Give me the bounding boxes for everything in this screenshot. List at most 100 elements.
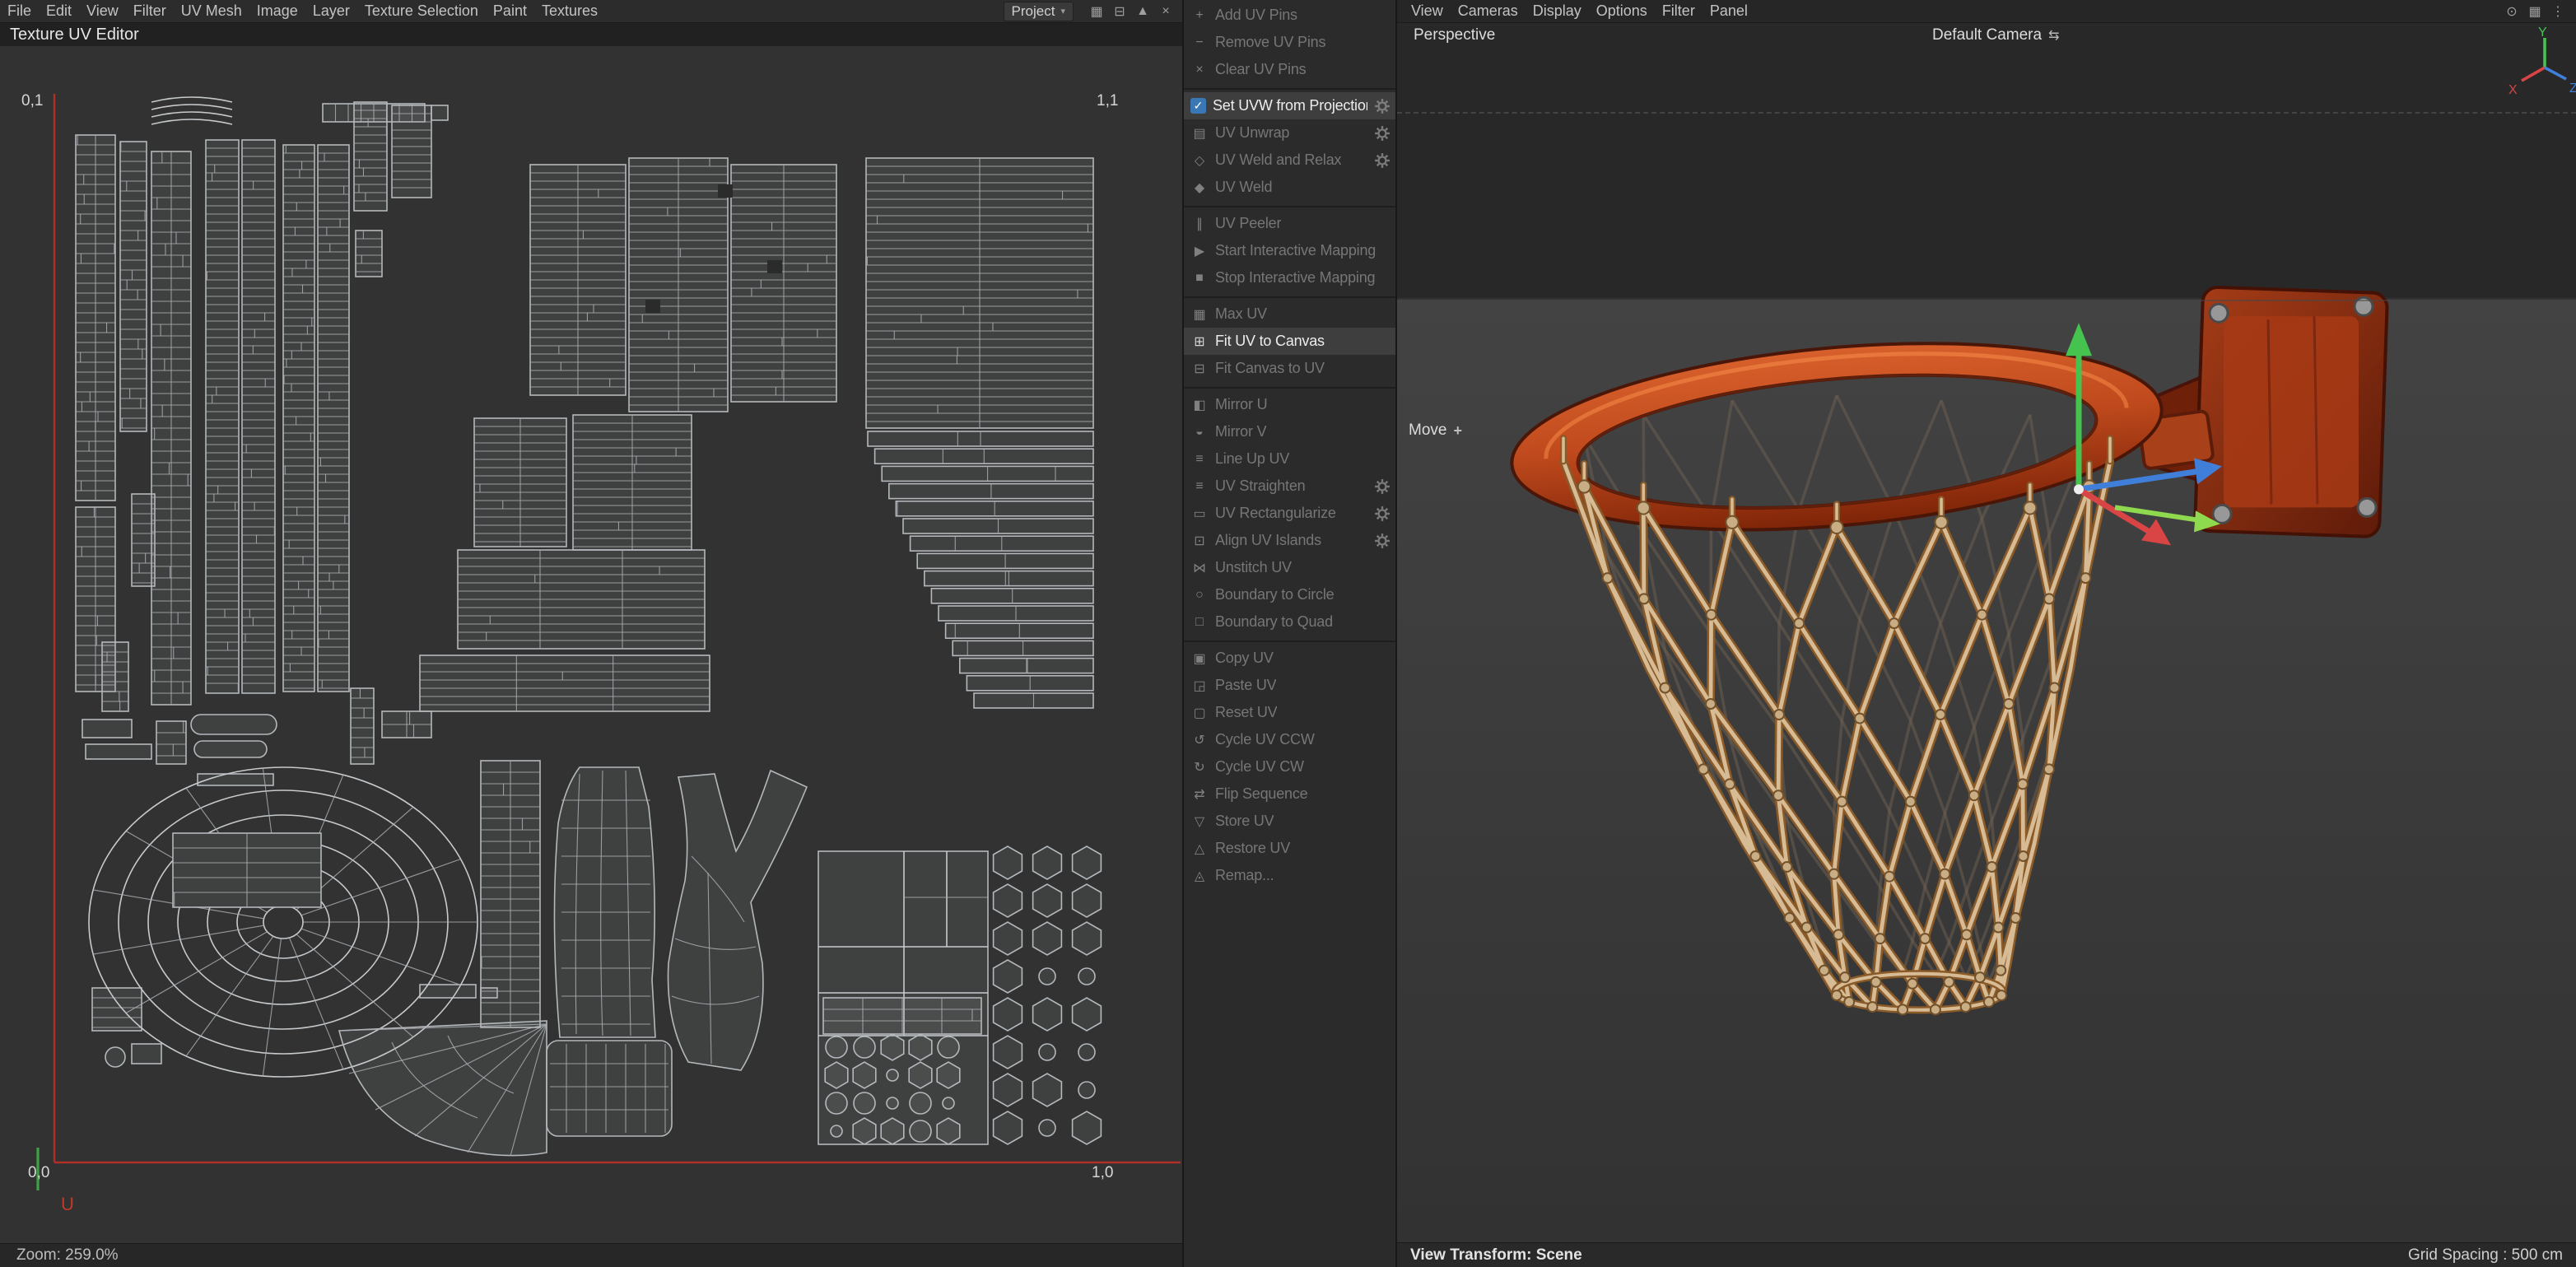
close-icon[interactable]: ×	[1154, 4, 1177, 19]
separator	[1184, 636, 1395, 642]
menu-filter[interactable]: Filter	[126, 2, 174, 20]
camera-lock-icon[interactable]: ⊙	[2500, 3, 2523, 20]
cmd-uv-straighten[interactable]: ≡ UV Straighten	[1184, 473, 1395, 500]
cmd-align-uv-islands[interactable]: ⊡ Align UV Islands	[1184, 527, 1395, 554]
cmd-stop-interactive-mapping[interactable]: ■ Stop Interactive Mapping	[1184, 264, 1395, 291]
viewport-canvas[interactable]: Y X Z Perspective Default Camera ⇆ Move +	[1397, 23, 2576, 1242]
maximize-icon[interactable]: ▲	[1131, 4, 1154, 19]
menu-uv-mesh[interactable]: UV Mesh	[174, 2, 249, 20]
stop-mapping-icon: ■	[1195, 270, 1204, 285]
project-dropdown[interactable]: Project ▾	[1003, 1, 1074, 21]
menu-image[interactable]: Image	[249, 2, 305, 20]
cmd-cycle-uv-cw[interactable]: ↻ Cycle UV CW	[1184, 753, 1395, 780]
unstitch-icon: ⋈	[1193, 561, 1206, 575]
layout-grid-icon[interactable]: ▦	[1085, 3, 1108, 20]
camera-swap-icon[interactable]: ⇆	[2048, 27, 2059, 44]
menu-paint[interactable]: Paint	[486, 2, 534, 20]
cmd-line-up-uv[interactable]: ≡ Line Up UV	[1184, 445, 1395, 473]
cmd-uv-weld-and-relax[interactable]: ◇ UV Weld and Relax	[1184, 147, 1395, 174]
safe-frame-line	[1397, 112, 2576, 114]
menu-texture-selection[interactable]: Texture Selection	[357, 2, 486, 20]
gear-icon[interactable]	[1374, 125, 1390, 142]
viewport-menubar: View Cameras Display Options Filter Panel ⊙ ▦ ⋮	[1397, 0, 2576, 23]
uv-editor-menubar: File Edit View Filter UV Mesh Image Layer Textu…	[0, 0, 1182, 23]
menu-textures[interactable]: Textures	[534, 2, 605, 20]
vp-menu-cameras[interactable]: Cameras	[1451, 2, 1526, 20]
menu-file[interactable]: File	[0, 2, 39, 20]
uv-corner-bottomleft: 0,0	[28, 1164, 50, 1181]
cmd-remap[interactable]: ◬ Remap...	[1184, 862, 1395, 889]
menu-edit[interactable]: Edit	[39, 2, 79, 20]
cmd-label: Stop Interactive Mapping	[1215, 269, 1376, 286]
dock-icon[interactable]: ⊟	[1108, 3, 1131, 20]
cmd-label: Paste UV	[1215, 677, 1277, 693]
straighten-icon: ≡	[1195, 478, 1204, 493]
uv-editor-panel: File Edit View Filter UV Mesh Image Layer Textu…	[0, 0, 1182, 1267]
gear-icon[interactable]	[1374, 533, 1390, 549]
cmd-label: UV Weld and Relax	[1215, 151, 1342, 168]
cmd-restore-uv[interactable]: △ Restore UV	[1184, 835, 1395, 862]
cmd-cycle-uv-ccw[interactable]: ↺ Cycle UV CCW	[1184, 726, 1395, 753]
cmd-label: Boundary to Quad	[1215, 613, 1333, 630]
fit-uv-icon: ⊞	[1194, 334, 1205, 349]
basketball-hoop-model[interactable]	[1504, 286, 2389, 1016]
vp-menu-options[interactable]: Options	[1589, 2, 1655, 20]
peeler-icon: ∥	[1196, 217, 1203, 231]
cmd-set-uvw-from-projection[interactable]: ✓ Set UVW from Projection	[1184, 92, 1395, 119]
layout-grid-icon[interactable]: ▦	[2523, 3, 2546, 20]
camera-name-label: Default Camera	[1932, 26, 2043, 44]
restore-icon: △	[1194, 841, 1205, 856]
chevron-down-icon: ▾	[1060, 7, 1065, 16]
uv-corner-bottomright: 1,0	[1092, 1164, 1114, 1181]
cmd-uv-rectangularize[interactable]: ▭ UV Rectangularize	[1184, 500, 1395, 527]
cmd-boundary-to-circle[interactable]: ○ Boundary to Circle	[1184, 581, 1395, 608]
cmd-clear-uv-pins[interactable]: × Clear UV Pins	[1184, 56, 1395, 83]
cmd-label: Add UV Pins	[1215, 7, 1297, 23]
boundary-quad-icon: □	[1195, 614, 1204, 629]
vp-menu-filter[interactable]: Filter	[1655, 2, 1703, 20]
gear-icon[interactable]	[1374, 152, 1390, 169]
cmd-paste-uv[interactable]: ◲ Paste UV	[1184, 672, 1395, 699]
gear-icon[interactable]	[1374, 505, 1390, 522]
gear-icon[interactable]	[1374, 98, 1390, 114]
gear-icon[interactable]	[1374, 478, 1390, 495]
project-label: Project	[1011, 2, 1055, 19]
cmd-fit-canvas-to-uv[interactable]: ⊟ Fit Canvas to UV	[1184, 355, 1395, 382]
vp-menu-panel[interactable]: Panel	[1703, 2, 1755, 20]
svg-text:U: U	[61, 1194, 74, 1214]
uv-canvas-graphics: U	[36, 94, 1181, 1214]
move-tool-label: Move	[1409, 422, 1447, 439]
grid-spacing-status: Grid Spacing : 500 cm	[2408, 1246, 2563, 1264]
cmd-uv-peeler[interactable]: ∥ UV Peeler	[1184, 210, 1395, 237]
cmd-label: UV Straighten	[1215, 477, 1306, 494]
panel-menu-icon[interactable]: ⋮	[2546, 3, 2569, 20]
cmd-add-uv-pins[interactable]: + Add UV Pins	[1184, 2, 1395, 29]
menu-view[interactable]: View	[79, 2, 126, 20]
separator	[1184, 202, 1395, 207]
cmd-fit-uv-to-canvas[interactable]: ⊞ Fit UV to Canvas	[1184, 328, 1395, 355]
cmd-remove-uv-pins[interactable]: − Remove UV Pins	[1184, 29, 1395, 56]
vp-menu-display[interactable]: Display	[1526, 2, 1589, 20]
cmd-store-uv[interactable]: ▽ Store UV	[1184, 808, 1395, 835]
cmd-max-uv[interactable]: ▦ Max UV	[1184, 300, 1395, 328]
cmd-start-interactive-mapping[interactable]: ▶ Start Interactive Mapping	[1184, 237, 1395, 264]
bodypaint-uv-window: File Edit View Filter UV Mesh Image Layer Textu…	[0, 0, 2576, 1267]
cmd-uv-unwrap[interactable]: ▤ UV Unwrap	[1184, 119, 1395, 147]
cmd-boundary-to-quad[interactable]: □ Boundary to Quad	[1184, 608, 1395, 636]
vp-menu-view[interactable]: View	[1404, 2, 1451, 20]
cmd-mirror-v[interactable]: ◒ Mirror V	[1184, 418, 1395, 445]
cmd-mirror-u[interactable]: ◧ Mirror U	[1184, 391, 1395, 418]
cmd-label: UV Weld	[1215, 179, 1273, 195]
menu-layer[interactable]: Layer	[305, 2, 357, 20]
align-islands-icon: ⊡	[1194, 533, 1205, 548]
cmd-flip-sequence[interactable]: ⇄ Flip Sequence	[1184, 780, 1395, 808]
cmd-copy-uv[interactable]: ▣ Copy UV	[1184, 645, 1395, 672]
cmd-label: Mirror V	[1215, 423, 1267, 440]
cmd-uv-weld[interactable]: ◆ UV Weld	[1184, 174, 1395, 201]
cmd-label: UV Unwrap	[1215, 124, 1290, 141]
viewport-menubar-icons: ⊙ ▦ ⋮	[2500, 3, 2576, 20]
cmd-unstitch-uv[interactable]: ⋈ Unstitch UV	[1184, 554, 1395, 581]
reset-icon: ▢	[1193, 706, 1206, 720]
fit-canvas-icon: ⊟	[1194, 361, 1205, 376]
cmd-reset-uv[interactable]: ▢ Reset UV	[1184, 699, 1395, 726]
